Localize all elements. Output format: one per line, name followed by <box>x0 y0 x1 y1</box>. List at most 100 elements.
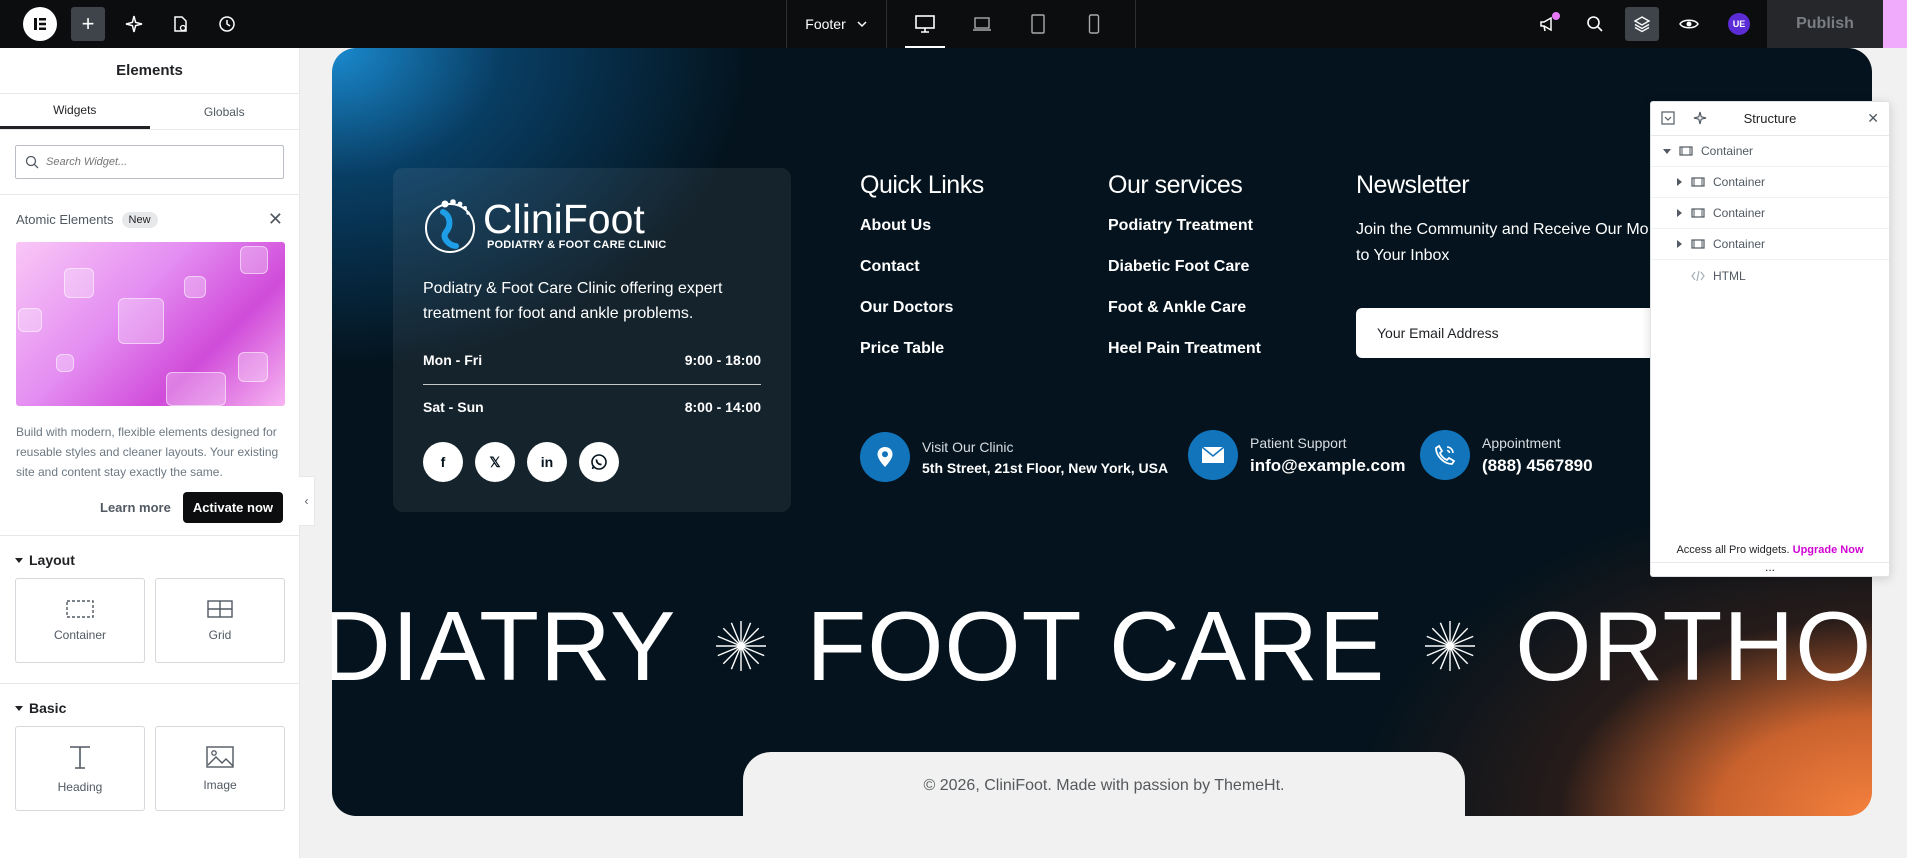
structure-title: Structure <box>1743 111 1797 126</box>
close-icon[interactable]: ✕ <box>1867 110 1879 127</box>
widget-container[interactable]: Container <box>15 578 145 663</box>
x-icon[interactable]: 𝕏 <box>475 442 515 482</box>
structure-item[interactable]: HTML <box>1651 260 1889 291</box>
search-button[interactable] <box>1583 12 1607 36</box>
laptop-icon <box>973 17 991 31</box>
hours-time: 9:00 - 18:00 <box>684 352 761 368</box>
structure-header: Structure ✕ <box>1651 102 1889 136</box>
resize-handle[interactable]: ... <box>1651 561 1889 576</box>
structure-item[interactable]: Container <box>1651 167 1889 198</box>
structure-toggle-button[interactable] <box>1625 7 1659 41</box>
widget-image[interactable]: Image <box>155 726 285 811</box>
container-icon <box>1691 239 1705 249</box>
ai-button[interactable] <box>122 12 146 36</box>
new-badge: New <box>121 211 158 228</box>
hours-time: 8:00 - 14:00 <box>684 399 761 415</box>
structure-upgrade-note: Access all Pro widgets. Upgrade Now <box>1651 544 1889 556</box>
tab-globals[interactable]: Globals <box>150 94 300 129</box>
widget-heading[interactable]: Heading <box>15 726 145 811</box>
page-settings-icon <box>174 16 187 32</box>
contact-label: Visit Our Clinic <box>922 438 1014 455</box>
section-layout-toggle[interactable]: Layout <box>0 536 299 578</box>
contact-label: Appointment <box>1482 434 1561 451</box>
device-tablet-button[interactable] <box>1026 12 1050 36</box>
publish-button[interactable]: Publish <box>1767 0 1883 48</box>
notifications-button[interactable] <box>1536 12 1560 36</box>
facebook-icon[interactable]: f <box>423 442 463 482</box>
learn-more-link[interactable]: Learn more <box>100 500 171 515</box>
service-link[interactable]: Diabetic Foot Care <box>1108 258 1261 299</box>
service-link[interactable]: Podiatry Treatment <box>1108 217 1261 258</box>
page-settings-button[interactable] <box>168 12 192 36</box>
whatsapp-icon[interactable] <box>579 442 619 482</box>
service-link[interactable]: Foot & Ankle Care <box>1108 299 1261 340</box>
chevron-left-icon: ‹ <box>304 494 309 508</box>
chevron-down-icon <box>857 21 867 28</box>
brand-card: CliniFoot PODIATRY & FOOT CARE CLINIC Po… <box>393 168 791 512</box>
eye-icon <box>1679 19 1699 29</box>
quick-links-column: Quick Links About Us Contact Our Doctors… <box>860 171 984 381</box>
history-icon <box>219 16 235 32</box>
envelope-icon <box>1188 430 1238 480</box>
document-title: Footer <box>805 16 846 32</box>
tab-widgets[interactable]: Widgets <box>0 94 150 129</box>
structure-item[interactable]: Container <box>1651 136 1889 167</box>
marquee-word: ORTHOTIC <box>1515 591 1872 701</box>
copyright-text: © 2026, CliniFoot. Made with passion by … <box>923 777 1285 794</box>
starburst-icon <box>1419 619 1481 673</box>
desktop-icon <box>915 15 935 33</box>
structure-label: Container <box>1713 175 1766 189</box>
container-icon <box>66 599 94 618</box>
add-element-button[interactable]: + <box>71 7 105 41</box>
image-icon <box>206 745 234 768</box>
contact-value[interactable]: (888) 4567890 <box>1482 456 1593 476</box>
footer-link[interactable]: Our Doctors <box>860 299 984 340</box>
preview-button[interactable] <box>1677 12 1701 36</box>
brand-tagline: PODIATRY & FOOT CARE CLINIC <box>487 239 667 251</box>
basic-widgets: Heading Image <box>0 726 299 831</box>
collapse-panel-button[interactable]: ‹ <box>299 476 315 526</box>
user-initials: UE <box>1732 19 1746 29</box>
sparkle-icon <box>125 15 143 33</box>
hours-divider <box>423 384 761 385</box>
structure-label: Container <box>1713 206 1766 220</box>
mobile-icon <box>1088 14 1100 34</box>
tablet-icon <box>1031 14 1045 34</box>
plus-icon: + <box>81 11 95 36</box>
layers-icon <box>1633 16 1651 33</box>
footer-link[interactable]: About Us <box>860 217 984 258</box>
copyright-bar: © 2026, CliniFoot. Made with passion by … <box>743 752 1465 816</box>
service-link[interactable]: Heel Pain Treatment <box>1108 340 1261 381</box>
device-mobile-button[interactable] <box>1082 12 1106 36</box>
footer-link[interactable]: Price Table <box>860 340 984 381</box>
close-icon[interactable]: ✕ <box>268 209 283 230</box>
hours-row: Mon - Fri 9:00 - 18:00 <box>423 352 761 368</box>
contact-support: Patient Support info@example.com <box>1188 430 1405 480</box>
upgrade-now-link[interactable]: Upgrade Now <box>1793 544 1864 556</box>
search-wrap <box>0 130 299 195</box>
contact-appointment: Appointment (888) 4567890 <box>1420 430 1593 480</box>
marquee-ticker: DIATRY FOOT CARE ORTHOTIC <box>332 586 1872 706</box>
search-widget-input[interactable] <box>16 146 283 178</box>
hours-row: Sat - Sun 8:00 - 14:00 <box>423 399 761 415</box>
heading-icon <box>70 745 90 769</box>
activate-now-button[interactable]: Activate now <box>182 492 283 523</box>
section-basic-toggle[interactable]: Basic <box>0 684 299 726</box>
device-desktop-button[interactable] <box>905 12 945 48</box>
footer-link[interactable]: Contact <box>860 258 984 299</box>
widget-grid[interactable]: Grid <box>155 578 285 663</box>
structure-item[interactable]: Container <box>1651 198 1889 229</box>
atomic-promo-image <box>16 242 285 406</box>
contact-value[interactable]: info@example.com <box>1250 456 1405 476</box>
atomic-elements-promo: Atomic Elements New ✕ Build with modern,… <box>0 195 299 536</box>
contact-label: Patient Support <box>1250 434 1347 451</box>
user-avatar[interactable]: UE <box>1728 13 1750 35</box>
history-button[interactable] <box>215 12 239 36</box>
phone-icon <box>1420 430 1470 480</box>
publish-options-button[interactable] <box>1883 0 1907 48</box>
elementor-logo-button[interactable] <box>23 7 57 41</box>
document-title-dropdown[interactable]: Footer <box>786 0 886 48</box>
linkedin-icon[interactable]: in <box>527 442 567 482</box>
device-laptop-button[interactable] <box>970 12 994 36</box>
structure-item[interactable]: Container <box>1651 229 1889 260</box>
